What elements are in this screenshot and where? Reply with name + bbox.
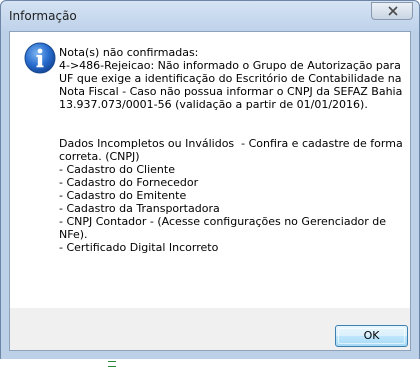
- close-button[interactable]: [371, 2, 413, 20]
- close-icon: [388, 6, 398, 16]
- taskbar-mark: [108, 361, 116, 367]
- message-panel: Nota(s) não confirmadas: 4->486-Rejeicao…: [10, 32, 410, 308]
- dialog-message: Nota(s) não confirmadas: 4->486-Rejeicao…: [59, 46, 403, 254]
- dialog-client-area: Nota(s) não confirmadas: 4->486-Rejeicao…: [9, 31, 411, 351]
- dialog-window: Informação Nota(s) não confirmadas: 4->4…: [0, 0, 420, 360]
- info-icon: [24, 42, 56, 74]
- title-bar[interactable]: Informação: [1, 1, 419, 31]
- window-title: Informação: [9, 9, 77, 23]
- ok-button-label: OK: [363, 329, 380, 342]
- background-strip: [0, 359, 420, 367]
- ok-button[interactable]: OK: [335, 325, 408, 347]
